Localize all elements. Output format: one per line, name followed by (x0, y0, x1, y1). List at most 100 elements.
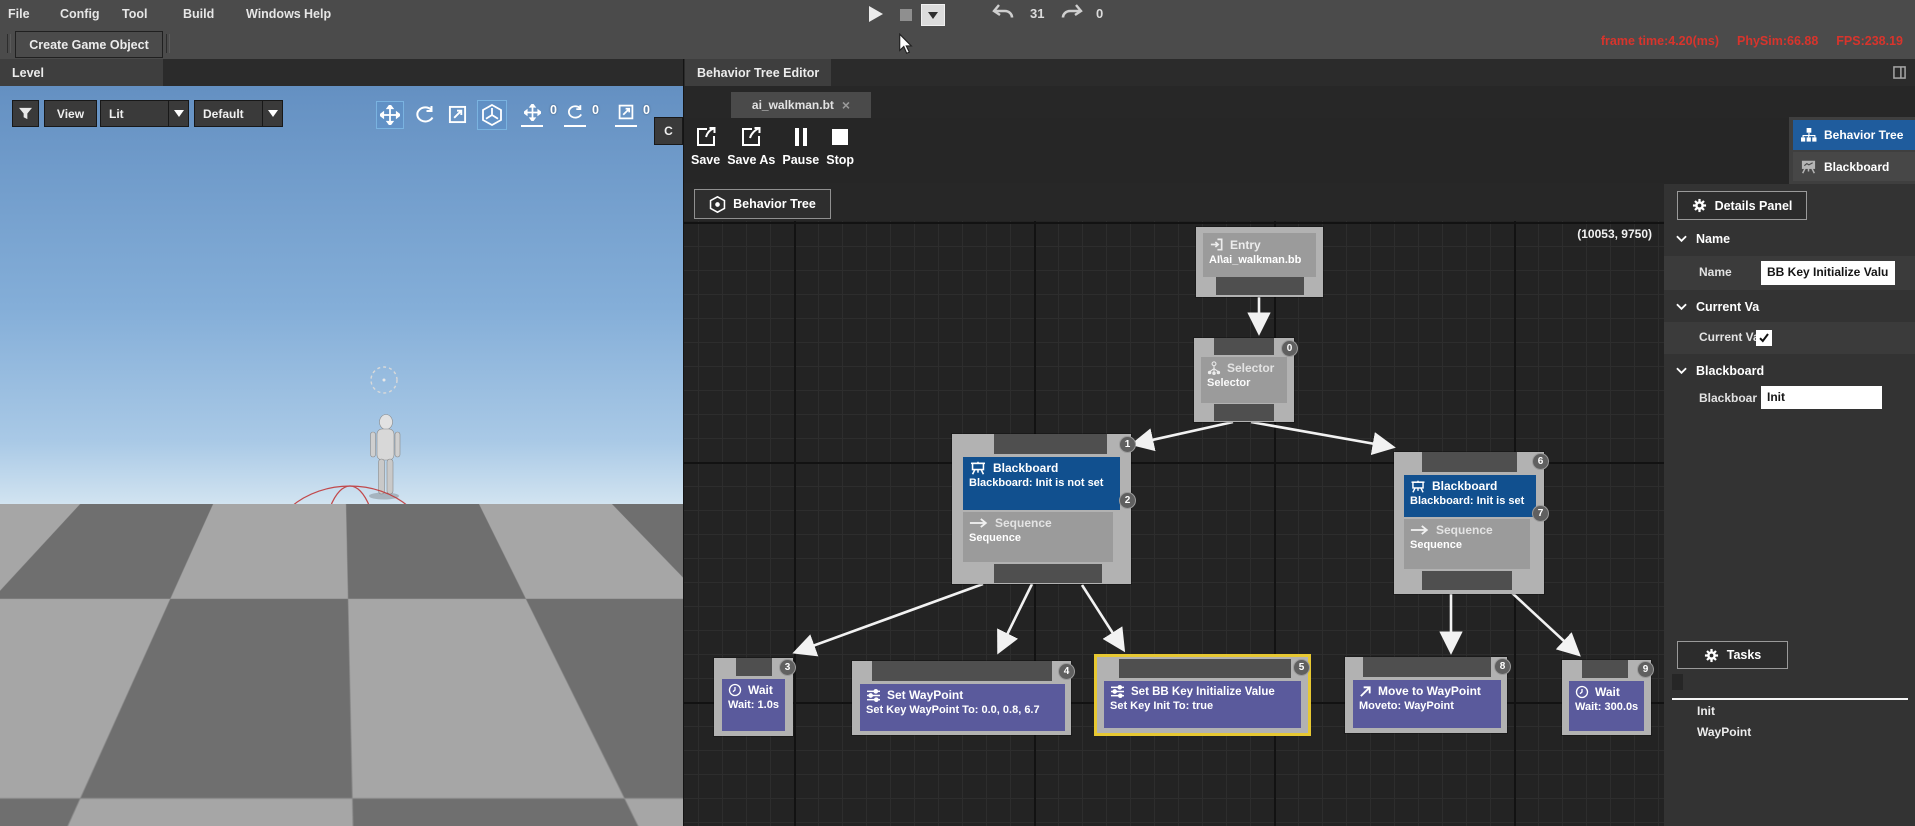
blackboard-key-label: Blackboar (1699, 391, 1757, 405)
toolbar-grip[interactable] (166, 34, 170, 53)
tab-behavior-tree[interactable]: Behavior Tree (1793, 120, 1915, 150)
camera-dropdown-arrow[interactable] (262, 100, 283, 127)
menu-config[interactable]: Config (60, 7, 100, 21)
scale-tool-button[interactable] (446, 103, 468, 125)
render-mode-select[interactable]: Lit (100, 100, 169, 127)
input-connector[interactable] (1119, 659, 1291, 678)
selector-icon (1207, 361, 1221, 375)
scale-snap-value[interactable]: 0 (643, 103, 650, 117)
input-connector[interactable] (994, 434, 1107, 454)
section-header-name[interactable]: Name (1676, 232, 1730, 246)
pause-button[interactable]: Pause (782, 125, 819, 167)
move-tool-button[interactable] (376, 101, 404, 129)
input-connector[interactable] (1214, 338, 1274, 355)
menu-build[interactable]: Build (183, 7, 214, 21)
rotate-snap-icon (567, 104, 584, 120)
move-snap-button[interactable] (521, 101, 543, 127)
tasks-filter-input[interactable] (1672, 674, 1683, 690)
stop-icon[interactable] (900, 9, 912, 21)
input-connector[interactable] (1582, 660, 1628, 678)
node-subtitle: Set Key WayPoint To: 0.0, 0.8, 6.7 (860, 703, 1065, 719)
set-key-sliders-icon (866, 689, 881, 702)
current-value-checkbox[interactable] (1756, 330, 1772, 346)
details-panel-label: Details Panel (1715, 199, 1793, 213)
transform-space-button[interactable] (477, 100, 507, 130)
node-sequence-right[interactable]: 6 Blackboard Blackboard: Init is set 7 (1394, 452, 1544, 594)
output-connector[interactable] (1214, 404, 1274, 421)
camera-select[interactable]: Default (194, 100, 263, 127)
rotate-snap-button[interactable] (564, 101, 586, 127)
input-connector[interactable] (1422, 452, 1517, 472)
node-selector[interactable]: 0 Selector Selector (1194, 338, 1294, 422)
input-connector[interactable] (736, 658, 772, 676)
node-wait-short[interactable]: 3 Wait Wait: 1.0s (714, 658, 793, 736)
name-input[interactable]: BB Key Initialize Valu (1761, 261, 1895, 285)
details-sidebar: Details Panel Name Name BB Key Initializ… (1664, 184, 1915, 826)
stop-button[interactable]: Stop (826, 125, 854, 167)
filter-button[interactable] (12, 100, 39, 127)
task-item-waypoint[interactable]: WayPoint (1697, 725, 1751, 739)
play-options-dropdown[interactable] (921, 4, 945, 26)
output-connector[interactable] (994, 564, 1102, 583)
clipped-toolbar-button[interactable]: C (654, 117, 683, 145)
close-icon[interactable]: × (842, 97, 850, 113)
stop-icon (831, 128, 849, 146)
play-icon[interactable] (869, 6, 883, 22)
tab-label: Behavior Tree (1824, 128, 1903, 142)
section-header-current-value[interactable]: Current Va (1676, 300, 1759, 314)
toolbar-grip[interactable] (7, 34, 11, 53)
view-button[interactable]: View (44, 100, 97, 127)
move-snap-icon (524, 104, 541, 121)
scale-snap-icon (618, 104, 634, 120)
menu-help[interactable]: Help (304, 7, 331, 21)
menu-windows[interactable]: Windows (246, 7, 301, 21)
save-as-button[interactable]: Save As (727, 125, 775, 167)
graph-canvas[interactable]: Behavior Tree (10053, 9750) (684, 183, 1664, 826)
menu-file[interactable]: File (8, 7, 30, 21)
rotate-snap-value[interactable]: 0 (592, 103, 599, 117)
create-game-object-button[interactable]: Create Game Object (15, 31, 163, 58)
decorator-title: Blackboard (993, 461, 1058, 475)
output-connector[interactable] (1216, 277, 1304, 295)
document-tab-ai-walkman[interactable]: ai_walkman.bt × (731, 92, 871, 118)
input-connector[interactable] (872, 661, 1052, 681)
node-set-bb-key-initialize-value[interactable]: 5 Set BB Key Initialize Value Set Key In… (1097, 657, 1308, 733)
node-wait-long[interactable]: 9 Wait Wait: 300.0s (1562, 660, 1651, 735)
details-panel-button[interactable]: Details Panel (1677, 191, 1807, 220)
dock-icon[interactable] (1893, 66, 1906, 79)
node-title: Wait (1595, 685, 1620, 699)
rotate-tool-button[interactable] (414, 103, 436, 125)
undo-icon[interactable] (991, 4, 1015, 22)
task-item-init[interactable]: Init (1697, 704, 1715, 718)
viewport-3d[interactable]: View Lit Default (0, 86, 683, 826)
tab-blackboard[interactable]: Blackboard (1793, 152, 1915, 181)
undo-count: 31 (1030, 6, 1044, 21)
chevron-down-icon (928, 12, 938, 19)
blackboard-key-input[interactable]: Init (1761, 386, 1882, 409)
node-sequence-left[interactable]: 1 Blackboard Blackboard: Init is not set… (952, 434, 1131, 584)
tasks-button[interactable]: Tasks (1677, 641, 1788, 669)
chevron-down-icon (1676, 367, 1687, 375)
render-mode-dropdown-arrow[interactable] (168, 100, 189, 127)
input-connector[interactable] (1363, 657, 1491, 677)
menu-tool[interactable]: Tool (122, 7, 147, 21)
bt-editor-tab[interactable]: Behavior Tree Editor (685, 59, 831, 86)
node-subtitle: Sequence (963, 531, 1113, 547)
move-snap-value[interactable]: 0 (550, 103, 557, 117)
decorator-description: Blackboard: Init is not set (963, 476, 1120, 492)
gear-icon (1692, 198, 1707, 213)
node-entry[interactable]: Entry AI\ai_walkman.bb (1196, 227, 1323, 297)
redo-icon[interactable] (1060, 4, 1084, 22)
physim-stat: PhySim:66.88 (1737, 34, 1818, 48)
node-title: Set WayPoint (887, 688, 963, 702)
section-header-blackboard[interactable]: Blackboard (1676, 364, 1764, 378)
node-title: Sequence (1436, 523, 1493, 537)
node-move-to-waypoint[interactable]: 8 Move to WayPoint Moveto: WayPoint (1345, 657, 1507, 733)
fps-stat: FPS:238.19 (1836, 34, 1903, 48)
save-button[interactable]: Save (691, 125, 720, 167)
node-title: Wait (748, 683, 773, 697)
node-set-waypoint[interactable]: 4 Set WayPoint Set Key WayPoint To: 0.0,… (852, 661, 1071, 735)
output-connector[interactable] (1422, 571, 1512, 590)
level-tab[interactable]: Level (0, 59, 163, 86)
scale-snap-button[interactable] (615, 101, 637, 127)
